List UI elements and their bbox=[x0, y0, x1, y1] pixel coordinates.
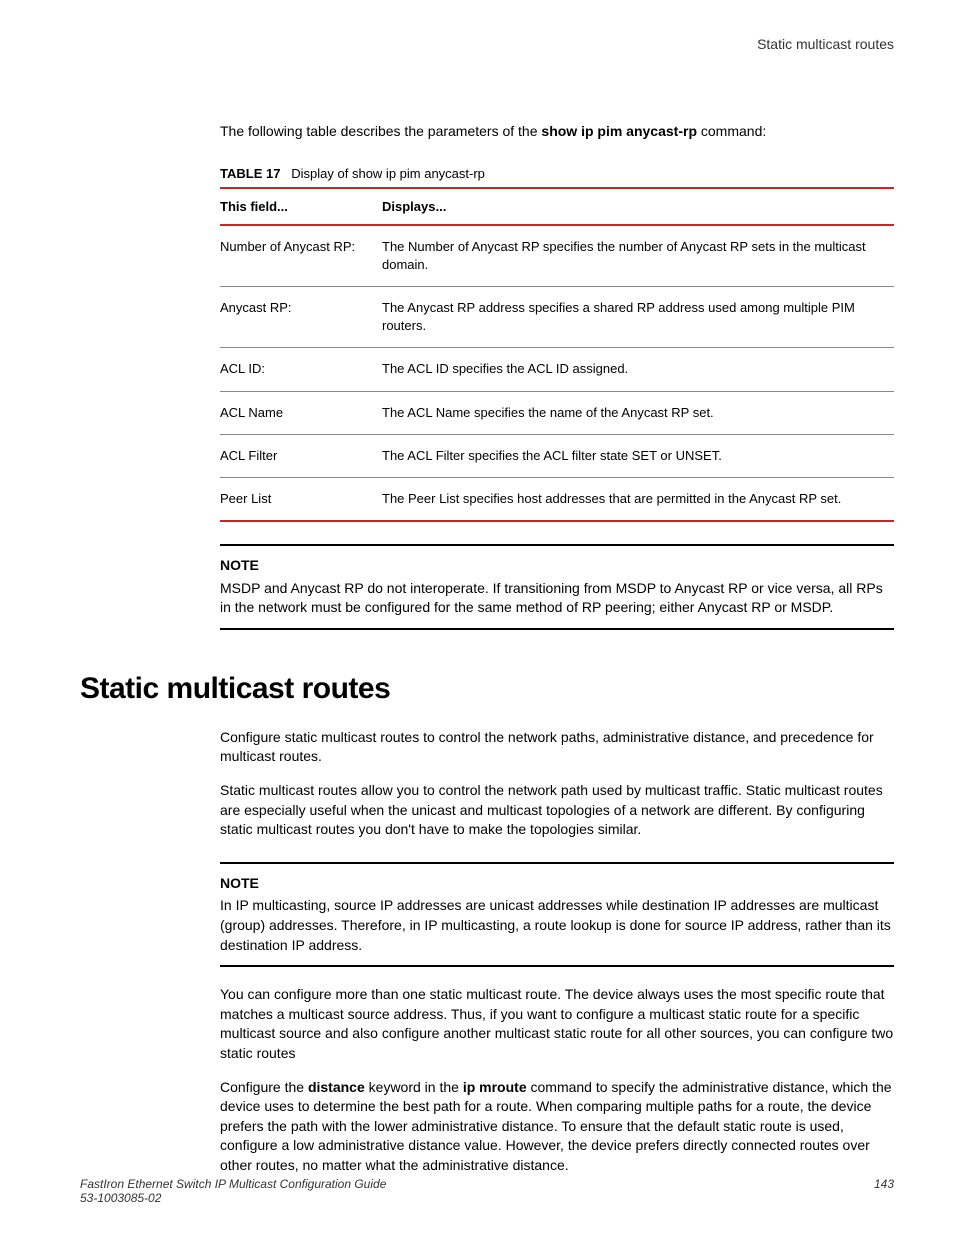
table-header-displays: Displays... bbox=[382, 188, 894, 225]
p4-a: Configure the bbox=[220, 1079, 308, 1095]
footer-left: FastIron Ethernet Switch IP Multicast Co… bbox=[80, 1177, 386, 1205]
cell-field: Number of Anycast RP: bbox=[220, 225, 382, 287]
section-heading: Static multicast routes bbox=[80, 672, 894, 706]
page-header: Static multicast routes bbox=[80, 36, 894, 52]
note-label: NOTE bbox=[220, 874, 894, 894]
section-paragraph-1: Configure static multicast routes to con… bbox=[220, 728, 894, 767]
note-label: NOTE bbox=[220, 556, 894, 576]
footer-doc-number: 53-1003085-02 bbox=[80, 1191, 386, 1205]
cell-desc: The ACL Name specifies the name of the A… bbox=[382, 391, 894, 434]
intro-paragraph: The following table describes the parame… bbox=[220, 122, 894, 142]
table-number: TABLE 17 bbox=[220, 166, 280, 181]
note-block-2: NOTE In IP multicasting, source IP addre… bbox=[220, 862, 894, 967]
cell-desc: The ACL ID specifies the ACL ID assigned… bbox=[382, 348, 894, 391]
cell-field: Anycast RP: bbox=[220, 286, 382, 347]
page-footer: FastIron Ethernet Switch IP Multicast Co… bbox=[80, 1177, 894, 1205]
note-text: In IP multicasting, source IP addresses … bbox=[220, 896, 894, 955]
note-text: MSDP and Anycast RP do not interoperate.… bbox=[220, 579, 894, 618]
footer-doc-title: FastIron Ethernet Switch IP Multicast Co… bbox=[80, 1177, 386, 1191]
p4-keyword-ipmroute: ip mroute bbox=[463, 1079, 527, 1095]
cell-desc: The ACL Filter specifies the ACL filter … bbox=[382, 434, 894, 477]
table-title: Display of show ip pim anycast-rp bbox=[291, 166, 485, 181]
intro-suffix: command: bbox=[697, 123, 766, 139]
section-paragraph-4: Configure the distance keyword in the ip… bbox=[220, 1078, 894, 1176]
cell-desc: The Number of Anycast RP specifies the n… bbox=[382, 225, 894, 287]
cell-field: ACL ID: bbox=[220, 348, 382, 391]
cell-field: ACL Name bbox=[220, 391, 382, 434]
table-row: ACL ID:The ACL ID specifies the ACL ID a… bbox=[220, 348, 894, 391]
table-row: Anycast RP:The Anycast RP address specif… bbox=[220, 286, 894, 347]
footer-page-number: 143 bbox=[874, 1177, 894, 1205]
table-row: Peer ListThe Peer List specifies host ad… bbox=[220, 477, 894, 521]
table-row: Number of Anycast RP:The Number of Anyca… bbox=[220, 225, 894, 287]
p4-keyword-distance: distance bbox=[308, 1079, 365, 1095]
cell-field: Peer List bbox=[220, 477, 382, 521]
table-caption: TABLE 17 Display of show ip pim anycast-… bbox=[220, 166, 894, 181]
table-header-field: This field... bbox=[220, 188, 382, 225]
note-block-1: NOTE MSDP and Anycast RP do not interope… bbox=[220, 544, 894, 630]
intro-command: show ip pim anycast-rp bbox=[541, 123, 697, 139]
table-row: ACL NameThe ACL Name specifies the name … bbox=[220, 391, 894, 434]
intro-prefix: The following table describes the parame… bbox=[220, 123, 541, 139]
cell-field: ACL Filter bbox=[220, 434, 382, 477]
cell-desc: The Peer List specifies host addresses t… bbox=[382, 477, 894, 521]
parameters-table: This field... Displays... Number of Anyc… bbox=[220, 187, 894, 523]
cell-desc: The Anycast RP address specifies a share… bbox=[382, 286, 894, 347]
section-paragraph-3: You can configure more than one static m… bbox=[220, 985, 894, 1063]
table-row: ACL FilterThe ACL Filter specifies the A… bbox=[220, 434, 894, 477]
p4-c: keyword in the bbox=[365, 1079, 463, 1095]
section-paragraph-2: Static multicast routes allow you to con… bbox=[220, 781, 894, 840]
